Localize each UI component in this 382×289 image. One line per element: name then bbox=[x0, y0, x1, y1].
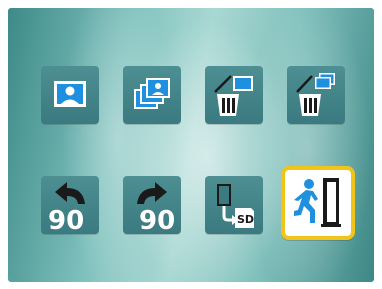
delete-single-icon bbox=[214, 75, 253, 116]
single-photo-button[interactable] bbox=[41, 66, 99, 124]
exit-button[interactable] bbox=[281, 166, 355, 240]
multi-photo-icon bbox=[134, 78, 170, 109]
delete-single-button[interactable] bbox=[205, 66, 263, 124]
rotate-left-90-icon: 90 bbox=[48, 182, 85, 234]
rotate-right-90-icon: 90 bbox=[137, 182, 175, 234]
rotate-left-button[interactable]: 90 bbox=[41, 176, 99, 234]
delete-all-icon bbox=[296, 73, 335, 116]
rotate-right-button[interactable]: 90 bbox=[123, 176, 181, 234]
multi-photo-button[interactable] bbox=[123, 66, 181, 124]
copy-to-sd-button[interactable]: SD bbox=[205, 176, 263, 234]
copy-to-sd-icon: SD bbox=[217, 184, 254, 228]
rotate-right-label: 90 bbox=[139, 206, 175, 234]
exit-icon bbox=[294, 178, 341, 227]
sd-label: SD bbox=[237, 213, 254, 226]
delete-all-button[interactable] bbox=[287, 66, 345, 124]
menu-screen: 90 90 SD bbox=[8, 8, 374, 282]
rotate-left-label: 90 bbox=[48, 206, 84, 234]
single-photo-icon bbox=[54, 81, 86, 107]
